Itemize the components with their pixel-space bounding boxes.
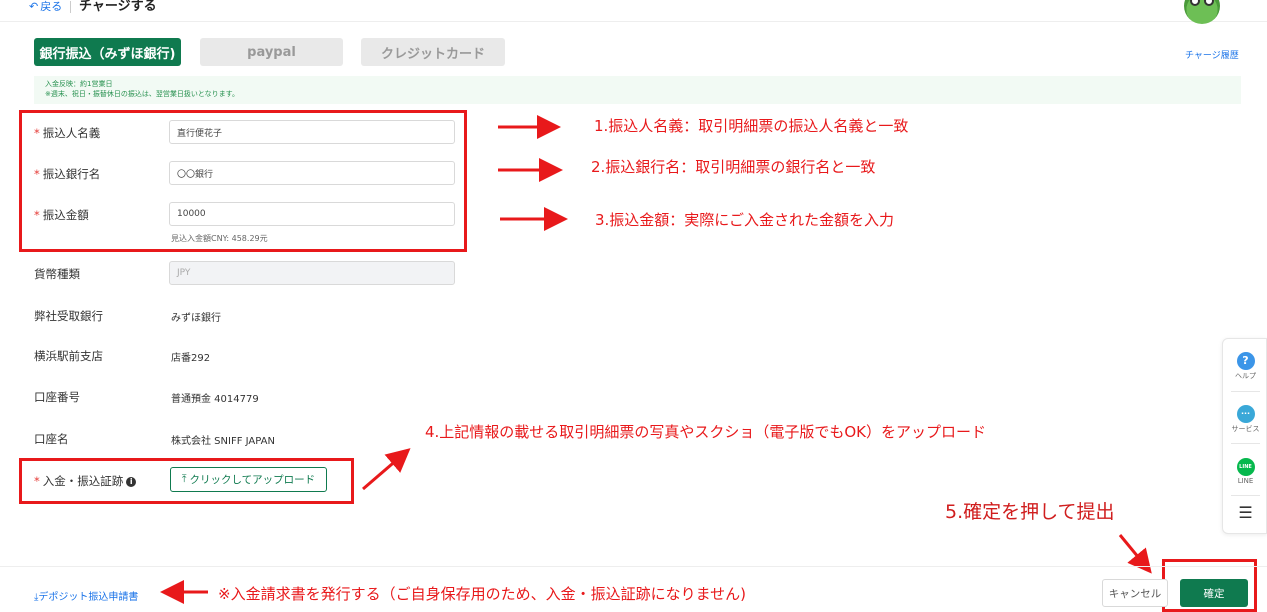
confirm-button[interactable]: 確定	[1180, 579, 1248, 607]
divider	[1231, 443, 1260, 444]
cancel-button[interactable]: キャンセル	[1102, 579, 1168, 607]
avatar-eye	[1190, 0, 1200, 6]
charge-history-link[interactable]: チャージ履歴	[1185, 48, 1239, 61]
notice-line-1: 入金反映：約1営業日	[45, 80, 113, 88]
charge-page: ↶ 戻る チャージする 銀行振込（みずほ銀行) paypal クレジットカード チ…	[0, 0, 1267, 612]
help-button[interactable]: ? ヘルプ	[1223, 349, 1267, 381]
annotation-box-upload	[19, 458, 354, 504]
avatar-eye	[1204, 0, 1214, 6]
help-label: ヘルプ	[1235, 372, 1256, 380]
back-link[interactable]: ↶ 戻る	[29, 0, 62, 14]
collapse-menu-icon[interactable]: ☰	[1223, 503, 1267, 522]
notice-box: 入金反映：約1営業日 ※週末、祝日・振替休日の振込は、翌営業日扱いとなります。	[34, 76, 1241, 104]
account-number-label: 口座番号	[34, 390, 80, 404]
branch-label: 横浜駅前支店	[34, 349, 103, 363]
avatar[interactable]	[1184, 0, 1220, 24]
note-upload: 4.上記情報の載せる取引明細票の写真やスクショ（電子版でもOK）をアップロード	[425, 423, 986, 441]
line-icon: LINE	[1236, 458, 1255, 476]
notice-line-2: ※週末、祝日・振替休日の振込は、翌営業日扱いとなります。	[45, 90, 239, 98]
divider	[1231, 495, 1260, 496]
tab-credit-card[interactable]: クレジットカード	[361, 38, 505, 66]
note-confirm: 5.確定を押して提出	[945, 501, 1115, 523]
line-label: LINE	[1237, 477, 1254, 485]
page-header: ↶ 戻る チャージする	[0, 0, 1267, 24]
undo-arrow-icon: ↶	[29, 0, 39, 13]
note-amount: 3.振込金額：実際にご入金された金額を入力	[595, 211, 895, 229]
note-bank-name: 2.振込銀行名：取引明細票の銀行名と一致	[591, 158, 876, 176]
footer-divider	[0, 566, 1267, 567]
account-name-value: 株式会社 SNIFF JAPAN	[171, 436, 275, 447]
header-divider	[70, 1, 71, 13]
page-title: チャージする	[79, 0, 157, 14]
service-label: サービス	[1231, 425, 1260, 433]
arrow-5	[1118, 534, 1152, 574]
currency-label: 貨幣種類	[34, 267, 80, 281]
tab-paypal[interactable]: paypal	[200, 38, 343, 66]
deposit-form-link[interactable]: ⤓デポジット振込申請書	[34, 588, 138, 603]
side-widget: ? ヘルプ ··· サービス LINE LINE ☰	[1222, 338, 1267, 534]
service-button[interactable]: ··· サービス	[1223, 401, 1267, 434]
line-button[interactable]: LINE LINE	[1223, 453, 1267, 485]
deposit-link-label: デポジット振込申請書	[38, 592, 139, 603]
help-icon: ?	[1236, 352, 1255, 370]
divider	[1231, 391, 1260, 392]
note-payer-name: 1.振込人名義：取引明細票の振込人名義と一致	[594, 117, 909, 135]
currency-input: JPY	[169, 261, 455, 285]
arrow-4	[362, 448, 411, 491]
note-footer: ※入金請求書を発行する（ご自身保存用のため、入金・振込証跡になりません)	[218, 585, 746, 603]
account-name-label: 口座名	[34, 432, 69, 446]
receiving-bank-value: みずほ銀行	[171, 313, 221, 324]
receiving-bank-label: 弊社受取銀行	[34, 309, 103, 323]
account-number-value: 普通預金 4014779	[171, 394, 259, 405]
chat-icon: ···	[1236, 405, 1255, 423]
branch-value: 店番292	[171, 353, 211, 364]
annotation-box-fields	[19, 110, 467, 252]
tab-bank-transfer[interactable]: 銀行振込（みずほ銀行)	[34, 38, 181, 66]
back-label: 戻る	[40, 0, 63, 13]
